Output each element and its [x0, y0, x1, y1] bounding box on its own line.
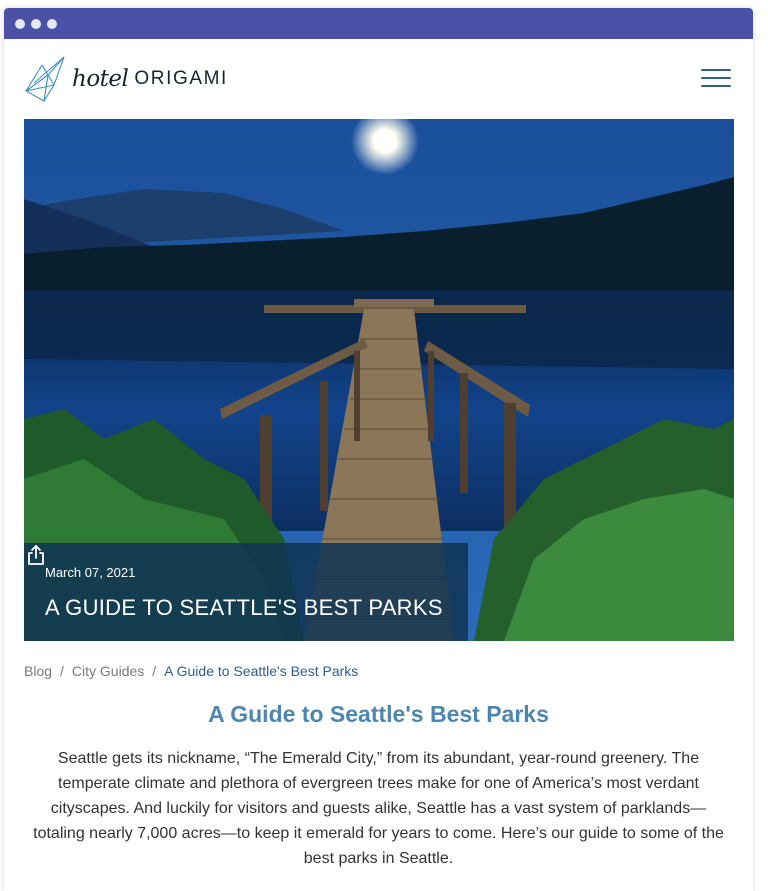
- breadcrumb-current: A Guide to Seattle's Best Parks: [164, 663, 359, 679]
- browser-frame: hotel ORIGAMI March 07, 2021 A GUIDE TO …: [4, 8, 753, 891]
- breadcrumb: Blog / City Guides / A Guide to Seattle'…: [24, 663, 358, 679]
- share-icon[interactable]: [24, 543, 48, 567]
- window-dot-1[interactable]: [15, 18, 25, 29]
- breadcrumb-separator: /: [152, 663, 157, 679]
- window-titlebar: [4, 8, 753, 39]
- logo-script-text: hotel: [72, 66, 129, 92]
- article-title: A Guide to Seattle's Best Parks: [208, 701, 549, 727]
- hero-image: March 07, 2021 A GUIDE TO SEATTLE'S BEST…: [24, 119, 734, 641]
- hero-caption: March 07, 2021 A GUIDE TO SEATTLE'S BEST…: [24, 543, 468, 641]
- breadcrumb-link-blog[interactable]: Blog: [24, 663, 52, 679]
- hotel-origami-logo[interactable]: hotel ORIGAMI: [24, 55, 228, 103]
- logo-wordmark: ORIGAMI: [134, 68, 228, 89]
- hero-title: A GUIDE TO SEATTLE'S BEST PARKS: [45, 595, 443, 620]
- breadcrumb-separator: /: [60, 663, 64, 679]
- origami-crane-icon: [24, 56, 65, 102]
- hamburger-menu-icon[interactable]: [701, 69, 731, 89]
- site-header: hotel ORIGAMI: [4, 39, 753, 119]
- article-intro: Seattle gets its nickname, “The Emerald …: [33, 750, 724, 867]
- breadcrumb-link-city-guides[interactable]: City Guides: [72, 663, 144, 679]
- window-dot-3[interactable]: [47, 18, 57, 29]
- window-dot-2[interactable]: [31, 18, 41, 29]
- post-date: March 07, 2021: [45, 565, 136, 580]
